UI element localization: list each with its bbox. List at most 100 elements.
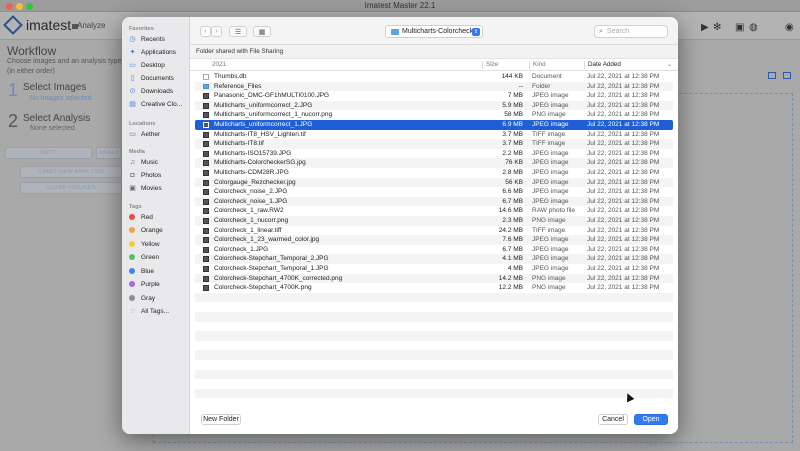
sidebar-item-music[interactable]: ♫ Music: [129, 157, 189, 167]
column-kind[interactable]: Kind: [533, 61, 546, 68]
column-divider: [584, 61, 585, 69]
globe-icon[interactable]: ◍: [749, 22, 758, 33]
dialog-sidebar: Favorites ◷ Recents ✦ Applications ▭ Deskto…: [122, 17, 190, 434]
cancel-button[interactable]: Cancel: [598, 414, 628, 425]
file-row[interactable]: Multicharts-CDM28R.JPG 2.8 MB JPEG image Ju…: [195, 168, 673, 178]
file-size: 2.2 MB: [502, 149, 523, 157]
chevron-down-icon[interactable]: ⌄: [667, 61, 672, 68]
sidebar-item-aether[interactable]: ▭ Aether: [129, 129, 189, 139]
vr-icon[interactable]: ▣: [735, 22, 744, 33]
file-row[interactable]: Multicharts-ISO15739.JPG 2.2 MB JPEG image…: [195, 149, 673, 159]
file-date-added: Jul 22, 2021 at 12:38 PM: [587, 178, 660, 186]
start-new-analysis-button[interactable]: START NEW ANALYSIS: [20, 166, 122, 178]
file-row[interactable]: Colorcheck-Stepchart_4700K_corrected.png…: [195, 273, 673, 284]
file-row[interactable]: Multicharts-IT8_HSV_Lighten.tif 3.7 MB TIF…: [195, 130, 673, 140]
sidebar-item-photos[interactable]: ◘ Photos: [129, 170, 189, 180]
back-button[interactable]: ‹: [200, 26, 211, 37]
empty-row-stripe: [195, 388, 673, 399]
file-row[interactable]: Colorcheck-Stepchart_Temporal_2.JPG 4.1 M…: [195, 254, 673, 264]
search-field[interactable]: ⌕ Search: [594, 25, 668, 38]
sidebar-item-creative-cloud[interactable]: ▤ Creative Clo...: [129, 99, 189, 109]
image-file-icon: [203, 179, 209, 186]
sidebar-item-desktop[interactable]: ▭ Desktop: [129, 60, 189, 70]
file-name: Colorcheck-Stepchart_Temporal_1.JPG: [214, 265, 329, 272]
file-row[interactable]: Colorcheck_1_23_warmed_color.jpg 7.6 MB JP…: [195, 235, 673, 245]
path-popup[interactable]: Multicharts-Colorcheck ⇕: [385, 25, 483, 38]
file-date-added: Jul 22, 2021 at 12:38 PM: [587, 73, 660, 80]
sidebar-tag-yellow[interactable]: Yellow: [129, 239, 189, 249]
open-button[interactable]: Open: [634, 414, 668, 425]
file-row[interactable]: Multicharts_uniformcorrect_1_nucorr.png 5…: [195, 110, 673, 120]
sidebar-tag-green[interactable]: Green: [129, 252, 189, 262]
image-file-icon: [203, 227, 209, 234]
settings-icon[interactable]: ✻: [713, 22, 721, 33]
new-folder-button[interactable]: New Folder: [201, 414, 241, 425]
file-row[interactable]: Multicharts_uniformcorrect_1.JPG 6.9 MB JP…: [195, 120, 673, 130]
user-avatar-icon[interactable]: ◉: [785, 22, 794, 33]
file-row[interactable]: Panasonic_DMC-GF1hMULTI0100.JPG 7 MB JPEG …: [195, 91, 673, 101]
empty-row-stripe: [195, 369, 673, 380]
sidebar-tag-red[interactable]: Red: [129, 212, 189, 222]
sidebar-tag-purple[interactable]: Purple: [129, 279, 189, 289]
file-row[interactable]: Colorcheck-Stepchart_4700K.png 12.2 MB PNG…: [195, 283, 673, 293]
file-size: 4 MB: [507, 265, 523, 272]
file-row[interactable]: Thumbs.db 144 KB Document Jul 22, 2021 at 1…: [195, 72, 673, 82]
sidebar-item-downloads[interactable]: ⊙ Downloads: [129, 86, 189, 96]
file-kind: JPEG image: [532, 197, 569, 205]
sidebar-item-recents[interactable]: ◷ Recents: [129, 34, 189, 44]
sidebar-item-documents[interactable]: ▯ Documents: [129, 73, 189, 83]
file-date-added: Jul 22, 2021 at 12:38 PM: [587, 159, 660, 167]
file-row[interactable]: Colorcheck_1.JPG 6.7 MB JPEG image Jul 22, …: [195, 245, 673, 255]
file-row[interactable]: Colorgauge_Rezchecker.jpg 56 KB JPEG image…: [195, 177, 673, 188]
file-row[interactable]: Multicharts-ColorcheckerSG.jpg 76 KB JPEG …: [195, 158, 673, 168]
next-button[interactable]: NEXT: [5, 147, 92, 159]
file-row[interactable]: Colorcheck-Stepchart_Temporal_1.JPG 4 MB J…: [195, 264, 673, 274]
green-tag-icon: [129, 254, 135, 260]
file-kind: Document: [532, 73, 562, 80]
file-row[interactable]: Reference_Files -- Folder Jul 22, 2021 at 1…: [195, 81, 673, 92]
file-name: Colorcheck_noise_1.JPG: [214, 197, 288, 205]
photos-icon: ◘: [130, 171, 135, 179]
analyze-tab[interactable]: Analyze: [77, 21, 105, 30]
file-kind: JPEG image: [532, 149, 569, 157]
shared-folder-banner: Folder shared with File Sharing: [190, 45, 678, 59]
file-date-added: Jul 22, 2021 at 12:38 PM: [587, 169, 660, 176]
list-view-icon[interactable]: [768, 72, 776, 79]
sidebar-item-movies[interactable]: ▣ Movies: [129, 183, 189, 193]
grid-view-icon[interactable]: [783, 72, 791, 79]
column-date-added[interactable]: Date Added: [588, 61, 621, 68]
sidebar-tag-orange[interactable]: Orange: [129, 225, 189, 235]
sidebar-tag-gray[interactable]: Gray: [129, 293, 189, 303]
file-date-added: Jul 22, 2021 at 12:38 PM: [587, 226, 660, 234]
sidebar-tag-blue[interactable]: Blue: [129, 266, 189, 276]
file-kind: TIFF image: [532, 130, 566, 138]
grid-view-button[interactable]: ▦: [253, 26, 271, 37]
file-row[interactable]: Colorcheck_1_linear.tiff 24.2 MB TIFF imag…: [195, 226, 673, 236]
image-file-icon: [203, 141, 209, 148]
step2-title[interactable]: Select Analysis: [23, 113, 90, 124]
file-row[interactable]: Colorcheck_noise_2.JPG 6.6 MB JPEG image Ju…: [195, 187, 673, 197]
file-kind: PNG image: [532, 274, 566, 282]
close-figures-button[interactable]: CLOSE FIGURES: [20, 182, 122, 194]
file-row[interactable]: Multicharts-IT8.tif 3.7 MB TIFF image Jul 2…: [195, 139, 673, 149]
open-file-dialog: Favorites ◷ Recents ✦ Applications ▭ Deskto…: [122, 17, 678, 434]
favorites-header: Favorites: [129, 26, 154, 32]
sidebar-all-tags[interactable]: ◌ All Tags...: [129, 306, 189, 316]
list-view-button[interactable]: ☰: [229, 26, 247, 37]
sidebar-item-applications[interactable]: ✦ Applications: [129, 47, 189, 57]
file-name: Multicharts-CDM28R.JPG: [214, 169, 289, 176]
file-row[interactable]: Colorcheck_1_raw.RW2 14.6 MB RAW photo fil…: [195, 206, 673, 216]
image-file-icon: [203, 266, 209, 272]
column-size[interactable]: Size: [486, 61, 498, 68]
file-kind: JPEG image: [532, 245, 569, 253]
video-icon[interactable]: ▶: [701, 22, 709, 33]
forward-button[interactable]: ›: [211, 26, 222, 37]
file-row[interactable]: Colorcheck_noise_1.JPG 6.7 MB JPEG image Ju…: [195, 196, 673, 207]
file-row[interactable]: Colorcheck_1_nucorr.png 2.3 MB PNG image Ju…: [195, 216, 673, 226]
step1-title[interactable]: Select Images: [23, 82, 86, 93]
file-size: 2.3 MB: [502, 217, 523, 224]
analyze-button[interactable]: ANALY: [96, 147, 122, 159]
image-file-icon: [203, 93, 209, 100]
path-label: Multicharts-Colorcheck: [402, 28, 474, 35]
file-row[interactable]: Multicharts_uniformcorrect_2.JPG 5.9 MB JP…: [195, 100, 673, 111]
